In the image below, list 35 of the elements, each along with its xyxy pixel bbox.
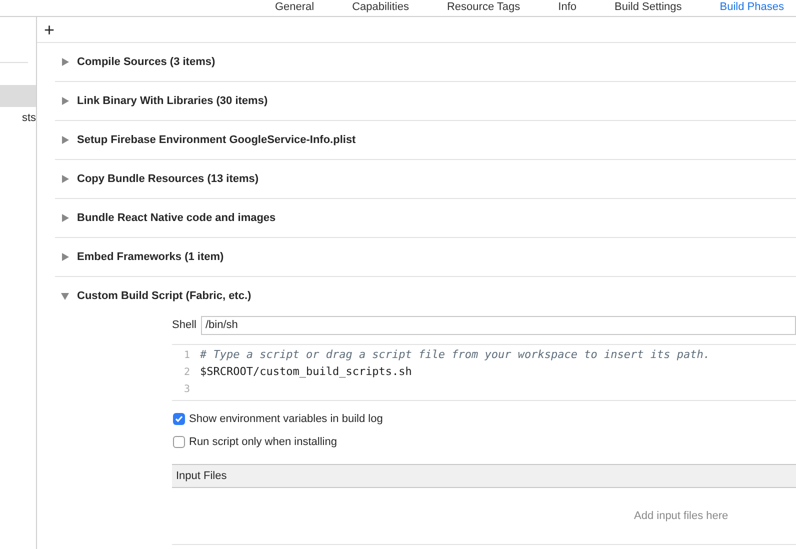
shell-field[interactable]: /bin/sh	[201, 316, 796, 334]
checkbox[interactable]	[173, 436, 185, 448]
code-line: $SRCROOT/custom_build_scripts.sh	[200, 364, 412, 380]
tab[interactable]: Build Phases	[720, 0, 784, 16]
phase-title[interactable]: Compile Sources (3 items)	[77, 54, 216, 70]
phase-title[interactable]: Bundle React Native code and images	[77, 210, 276, 226]
checkbox-label: Show environment variables in build log	[189, 412, 383, 427]
tab[interactable]: General	[274, 0, 314, 16]
tab[interactable]: Info	[558, 0, 577, 16]
input-files-placeholder: Add input files here	[634, 508, 728, 524]
expand-triangle-icon[interactable]	[61, 136, 70, 144]
input-files-header: Input Files	[172, 464, 796, 488]
checkbox[interactable]	[173, 413, 185, 426]
phase-title[interactable]: Custom Build Script (Fabric, etc.)	[77, 288, 252, 304]
phase-title[interactable]: Link Binary With Libraries (30 items)	[77, 92, 268, 110]
add-button[interactable]: +	[44, 20, 55, 38]
checkbox-label: Run script only when installing	[189, 434, 337, 450]
phase-title[interactable]: Setup Firebase Environment GoogleService-Info.plist	[77, 132, 356, 148]
shell-label: Shell	[172, 318, 196, 333]
code-comment: # Type a script or drag a script file from your workspace to insert its path.	[200, 347, 710, 364]
expand-triangle-icon[interactable]	[61, 253, 70, 261]
expand-triangle-icon[interactable]	[61, 214, 70, 222]
expand-triangle-icon[interactable]	[61, 97, 70, 105]
expand-triangle-icon[interactable]	[61, 58, 70, 66]
line-number: 1	[182, 349, 191, 363]
expand-triangle-icon[interactable]	[61, 175, 70, 183]
phase-title[interactable]: Embed Frameworks (1 item)	[77, 248, 224, 266]
line-number: 3	[182, 383, 191, 397]
tab[interactable]: Resource Tags	[446, 0, 520, 16]
line-number: 2	[182, 366, 191, 380]
sidebar-item[interactable]: sts	[0, 107, 36, 129]
tab[interactable]: Capabilities	[352, 0, 409, 16]
collapse-triangle-icon[interactable]	[61, 292, 70, 300]
tab[interactable]: Build Settings	[614, 0, 682, 16]
phase-title[interactable]: Copy Bundle Resources (13 items)	[77, 170, 259, 188]
